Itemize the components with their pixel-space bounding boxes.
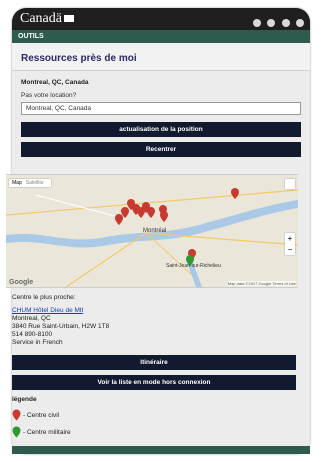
legend: légende - Centre civil - Centre militair… (12, 396, 71, 443)
zoom-control: + − (285, 233, 295, 255)
header-icons (251, 14, 304, 32)
tab-map[interactable]: Map (12, 180, 22, 186)
flag-icon (63, 15, 74, 22)
nearest-center: Centre le plus proche: CHUM Hôtel Dieu d… (12, 294, 292, 347)
map-pin[interactable] (115, 214, 123, 225)
center-city: Montreal, QC (12, 315, 51, 322)
location-input[interactable]: Montreal, QC, Canada (21, 102, 301, 115)
legend-military: - Centre militaire (23, 428, 71, 436)
settings-icon[interactable] (267, 19, 276, 27)
map-pin[interactable] (147, 207, 155, 218)
map-type-tabs: Map Satellite (9, 179, 51, 187)
canada-logo: Canadä (20, 11, 74, 27)
nearest-label: Centre le plus proche: (12, 294, 76, 301)
city2-label: Saint-Jean-sur-Richelieu (166, 263, 221, 269)
fullscreen-icon[interactable] (285, 179, 295, 189)
center-address: 3840 Rue Saint-Urbain, H2W 1T8 (12, 323, 110, 330)
legend-civil: - Centre civil (23, 411, 60, 419)
zoom-in-button[interactable]: + (285, 233, 295, 244)
city-label: Montréal (143, 228, 166, 234)
tab-satellite[interactable]: Satellite (26, 180, 44, 186)
map-pin[interactable] (231, 188, 239, 199)
page-title: Ressources près de moi (12, 43, 310, 71)
info-icon[interactable] (281, 19, 290, 27)
top-bar: Canadä (12, 8, 310, 30)
refresh-position-button[interactable]: actualisation de la position (21, 122, 301, 137)
menu-icon[interactable] (296, 19, 304, 27)
map-attribution: Map data ©2017 Google Terms of Use (227, 281, 296, 286)
location-prompt: Pas votre location? (21, 92, 77, 99)
map[interactable]: Montréal Saint-Jean-sur-Richelieu Map Sat… (6, 174, 298, 288)
zoom-out-button[interactable]: − (285, 244, 295, 255)
itinerary-button[interactable]: Itinéraire (12, 355, 296, 370)
bottom-bar (12, 446, 310, 454)
google-logo: Google (9, 279, 34, 286)
action-buttons: Itinéraire Voir la liste en mode hors co… (12, 350, 296, 390)
current-location: Montreal, QC, Canada (21, 79, 89, 86)
civil-pin-icon (12, 409, 21, 421)
legend-title: légende (12, 396, 37, 403)
recenter-button[interactable]: Recentrer (21, 142, 301, 157)
share-icon[interactable] (252, 19, 261, 27)
military-pin-icon (12, 426, 21, 438)
center-link[interactable]: CHUM Hôtel Dieu de Mtl (12, 307, 83, 314)
center-service: Service in French (12, 339, 63, 346)
offline-list-button[interactable]: Voir la liste en mode hors connexion (12, 375, 296, 390)
center-phone: 514 890-8100 (12, 331, 53, 338)
map-pin[interactable] (160, 211, 168, 222)
